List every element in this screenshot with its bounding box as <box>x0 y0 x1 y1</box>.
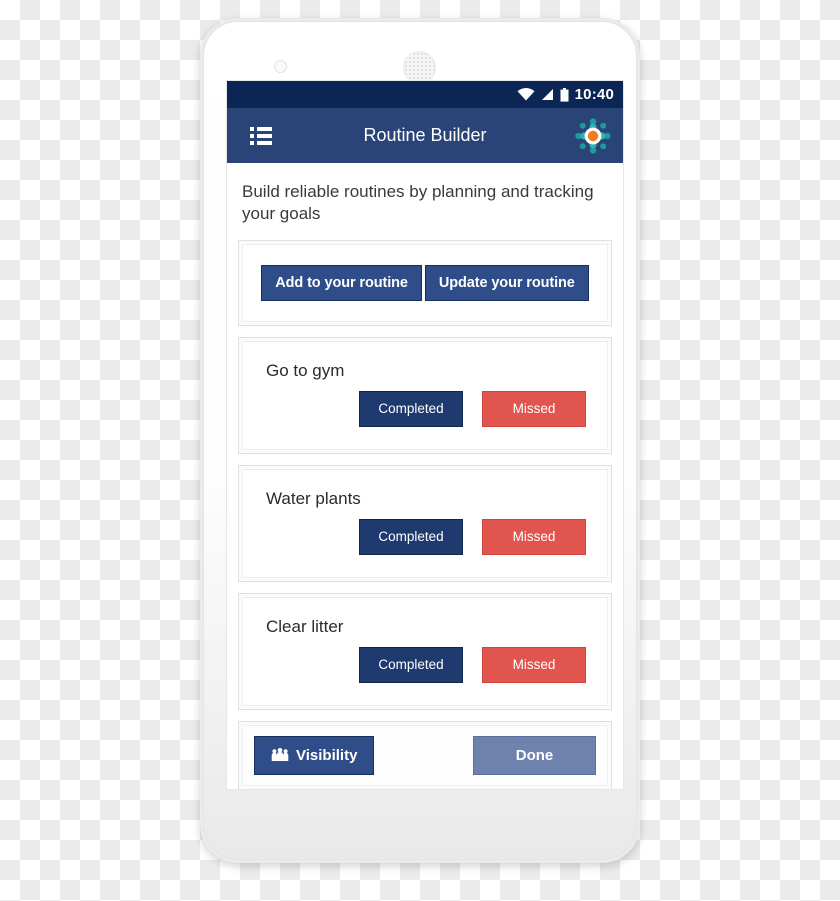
task-missed-button[interactable]: Missed <box>482 390 586 427</box>
task-card-inner: Clear litter Completed Missed <box>242 596 608 706</box>
task-title: Water plants <box>266 488 361 508</box>
intro-text: Build reliable routines by planning and … <box>242 182 594 224</box>
page-title: Routine Builder <box>363 125 487 145</box>
gear-settings-icon[interactable] <box>573 116 613 156</box>
phone-device: 10:40 Routine Builder Build reliable rou… <box>200 18 640 863</box>
task-completed-button[interactable]: Completed <box>359 390 463 427</box>
update-routine-button[interactable]: Update your routine <box>424 264 589 301</box>
task-card: Clear litter Completed Missed <box>238 592 612 710</box>
footer-card: Visibility Done <box>238 720 612 789</box>
done-button[interactable]: Done <box>473 735 596 775</box>
task-button-row: Completed Missed <box>255 381 595 437</box>
cellular-signal-icon <box>541 89 553 100</box>
routine-actions-row: Add to your routine Update your routine <box>255 255 595 309</box>
routine-actions-card: Add to your routine Update your routine <box>238 239 612 326</box>
task-card: Go to gym Completed Missed <box>238 336 612 454</box>
app-content: Build reliable routines by planning and … <box>227 163 623 789</box>
task-missed-button[interactable]: Missed <box>482 646 586 683</box>
visibility-button-label: Visibility <box>296 746 358 764</box>
app-bar: Routine Builder <box>227 108 623 163</box>
visibility-button[interactable]: Visibility <box>254 735 375 775</box>
phone-body: 10:40 Routine Builder Build reliable rou… <box>203 21 637 860</box>
task-completed-button[interactable]: Completed <box>359 518 463 555</box>
footer-inner: Visibility Done <box>242 724 608 786</box>
phone-screen: 10:40 Routine Builder Build reliable rou… <box>226 80 624 790</box>
status-bar-time: 10:40 <box>574 86 614 103</box>
task-card-inner: Go to gym Completed Missed <box>242 340 608 450</box>
wifi-icon <box>517 88 535 101</box>
routine-actions-inner: Add to your routine Update your routine <box>242 243 608 322</box>
task-missed-button[interactable]: Missed <box>482 518 586 555</box>
task-card-inner: Water plants Completed Missed <box>242 468 608 578</box>
task-title: Go to gym <box>266 360 345 380</box>
add-to-routine-button[interactable]: Add to your routine <box>261 264 422 301</box>
status-bar: 10:40 <box>227 81 623 108</box>
people-group-icon <box>271 748 289 762</box>
list-menu-icon[interactable] <box>250 126 272 145</box>
camera-icon <box>274 60 287 73</box>
task-button-row: Completed Missed <box>255 637 595 693</box>
battery-icon <box>560 87 569 102</box>
task-completed-button[interactable]: Completed <box>359 646 463 683</box>
task-title: Clear litter <box>266 616 344 636</box>
task-card: Water plants Completed Missed <box>238 464 612 582</box>
task-button-row: Completed Missed <box>255 509 595 565</box>
